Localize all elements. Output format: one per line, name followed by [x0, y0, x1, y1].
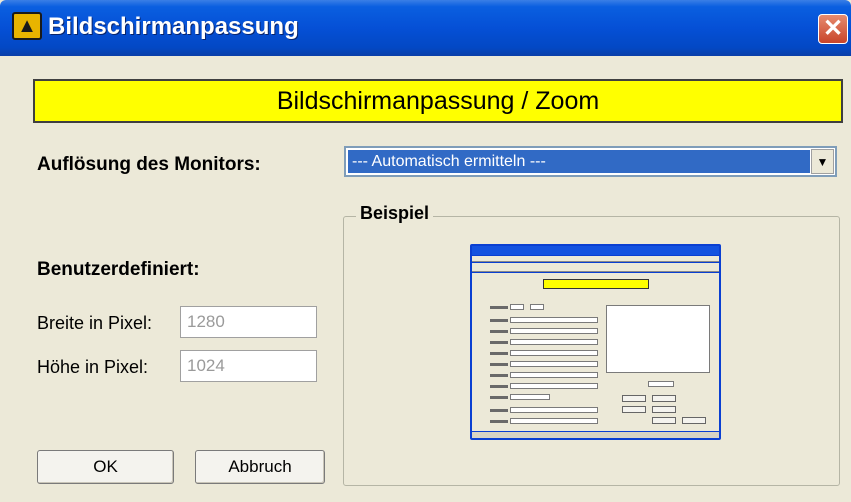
- preview-field: [510, 361, 598, 367]
- preview-statusbar: [472, 432, 719, 438]
- resolution-label: Auflösung des Monitors:: [37, 154, 261, 175]
- preview-field: [510, 372, 598, 378]
- chevron-down-icon[interactable]: ▼: [811, 149, 834, 174]
- preview-button: [652, 406, 676, 413]
- width-input[interactable]: [180, 306, 317, 338]
- preview-label: [490, 330, 508, 333]
- title-bar[interactable]: ▲ Bildschirmanpassung ✕: [0, 0, 851, 56]
- resolution-selected-value: --- Automatisch ermitteln ---: [348, 150, 810, 173]
- preview-label: [490, 306, 508, 309]
- preview-field: [510, 317, 598, 323]
- preview-button: [652, 395, 676, 402]
- preview-button: [622, 406, 646, 413]
- header-banner: Bildschirmanpassung / Zoom: [33, 79, 843, 123]
- preview-field: [510, 407, 598, 413]
- app-logo-icon: ▲: [12, 12, 42, 40]
- preview-field: [510, 328, 598, 334]
- preview-button: [622, 395, 646, 402]
- preview-field: [510, 418, 598, 424]
- preview-label: [490, 409, 508, 412]
- preview-button: [652, 417, 676, 424]
- width-label: Breite in Pixel:: [37, 313, 153, 333]
- window-title: Bildschirmanpassung: [48, 13, 299, 40]
- preview-menubar: [472, 256, 719, 262]
- height-input[interactable]: [180, 350, 317, 382]
- preview-label: [490, 385, 508, 388]
- preview-label: [490, 352, 508, 355]
- preview-field: [510, 350, 598, 356]
- example-legend: Beispiel: [356, 203, 434, 224]
- ok-button[interactable]: OK: [37, 450, 174, 484]
- preview-field: [530, 304, 544, 310]
- height-label: Höhe in Pixel:: [37, 357, 149, 377]
- close-button[interactable]: ✕: [818, 14, 848, 44]
- example-preview-image: [470, 244, 721, 440]
- cancel-button[interactable]: Abbruch: [195, 450, 325, 484]
- preview-label: [490, 341, 508, 344]
- preview-label: [490, 420, 508, 423]
- resolution-dropdown[interactable]: --- Automatisch ermitteln --- ▼: [344, 146, 837, 177]
- preview-label: [490, 374, 508, 377]
- preview-titlebar: [472, 246, 719, 255]
- preview-field: [648, 381, 674, 387]
- preview-label: [490, 363, 508, 366]
- preview-field: [510, 394, 550, 400]
- preview-toolbar: [472, 263, 719, 272]
- preview-field: [510, 339, 598, 345]
- preview-label: [490, 396, 508, 399]
- preview-label: [490, 319, 508, 322]
- preview-field: [510, 383, 598, 389]
- preview-button: [682, 417, 706, 424]
- preview-banner: [543, 279, 649, 289]
- preview-notes-box: [606, 305, 710, 373]
- preview-field: [510, 304, 524, 310]
- custom-heading: Benutzerdefiniert:: [37, 259, 200, 280]
- preview-body: [472, 273, 719, 431]
